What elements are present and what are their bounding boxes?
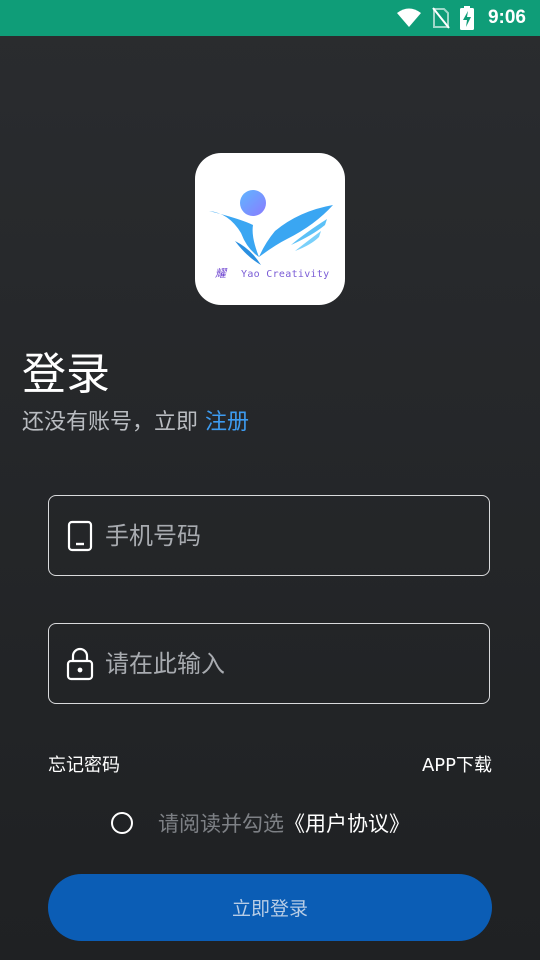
password-field[interactable] <box>48 623 490 704</box>
app-download-link[interactable]: APP下载 <box>422 751 492 777</box>
page-title: 登录 <box>22 349 110 400</box>
battery-charging-icon <box>459 6 474 30</box>
agreement-checkbox[interactable] <box>111 812 133 834</box>
register-prompt-text: 还没有账号，立即 <box>22 410 205 435</box>
status-bar: 9:06 <box>0 0 540 36</box>
login-button[interactable]: 立即登录 <box>48 874 492 941</box>
user-agreement-link[interactable]: 《用户协议》 <box>284 808 410 838</box>
no-sim-icon <box>432 7 450 29</box>
phone-input[interactable] <box>105 521 489 550</box>
app-logo: 耀 Yao Creativity <box>195 153 345 305</box>
register-prompt: 还没有账号，立即 注册 <box>22 404 249 436</box>
phone-field[interactable] <box>48 495 490 576</box>
wifi-icon <box>396 8 422 28</box>
register-link[interactable]: 注册 <box>205 410 249 435</box>
agreement-row: 请阅读并勾选 《用户协议》 <box>111 808 410 838</box>
phone-icon <box>65 519 95 553</box>
status-time: 9:06 <box>487 7 526 28</box>
logo-caption: Yao Creativity <box>241 269 330 280</box>
agreement-text: 请阅读并勾选 <box>158 812 284 836</box>
forgot-password-link[interactable]: 忘记密码 <box>48 751 120 777</box>
password-input[interactable] <box>105 649 489 678</box>
lock-icon <box>65 647 95 681</box>
logo-bird-icon: 耀 <box>209 190 333 280</box>
svg-text:耀: 耀 <box>215 267 228 280</box>
